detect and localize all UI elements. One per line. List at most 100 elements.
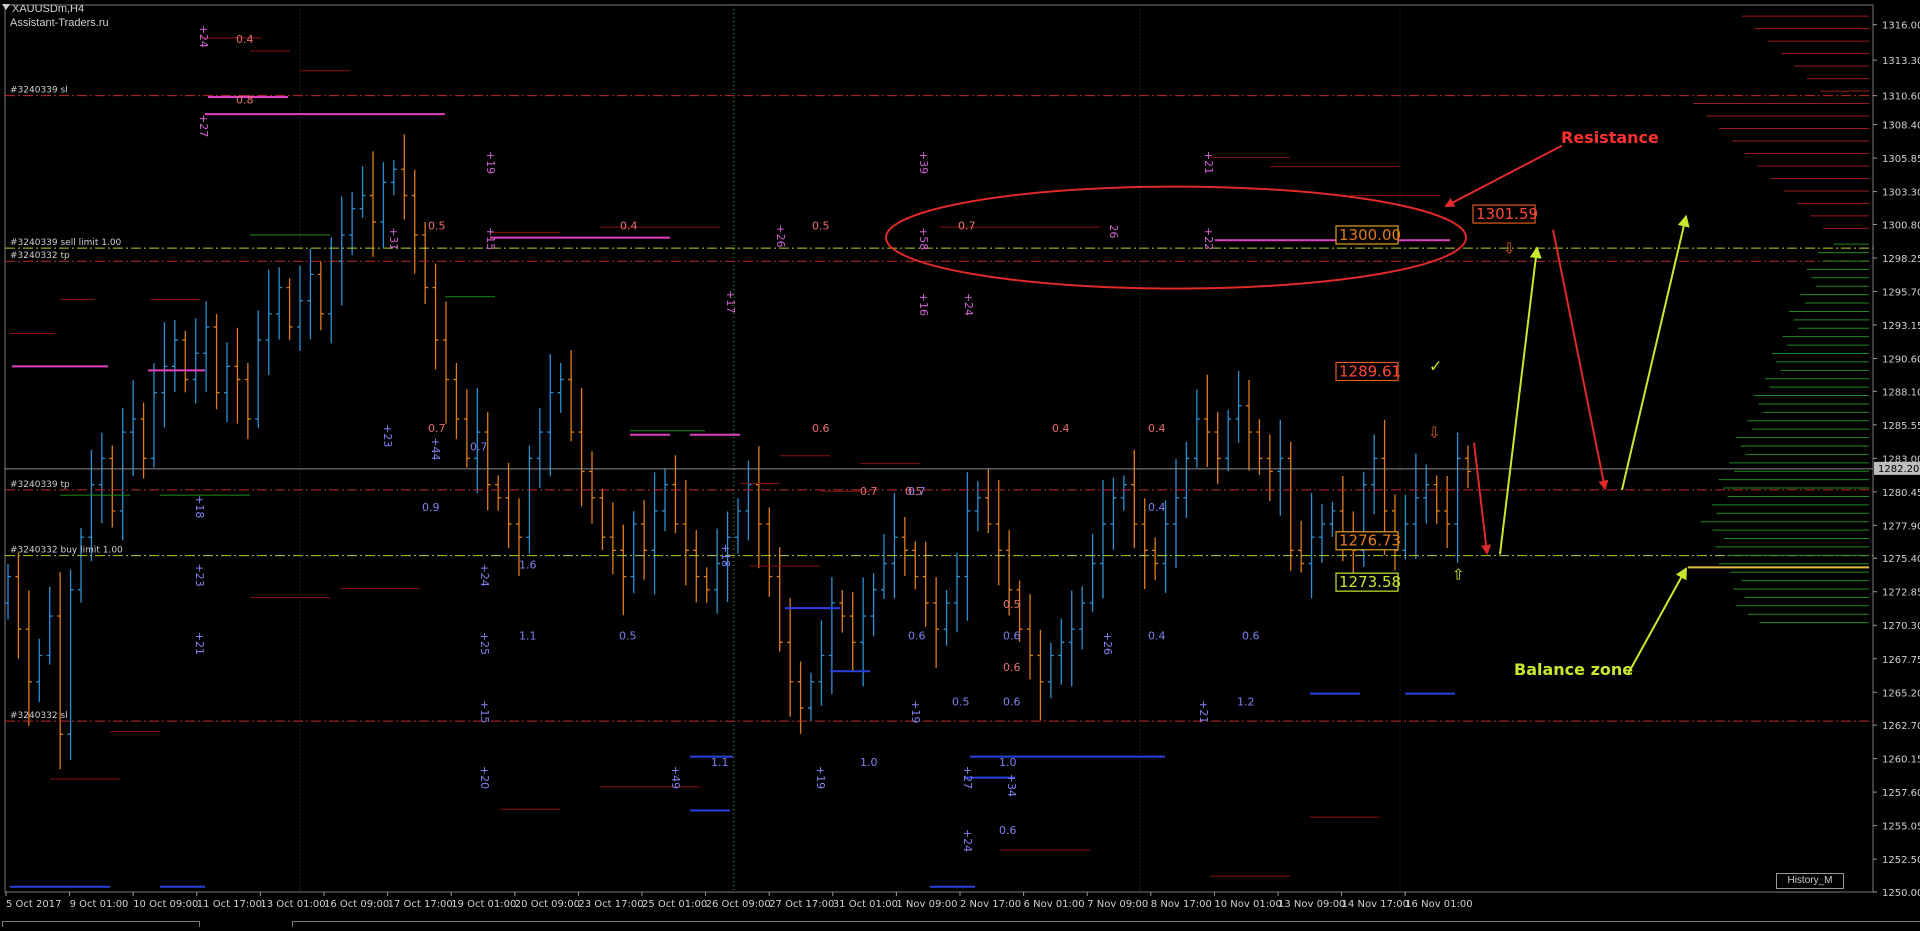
marker-label-pink: 0.8	[236, 94, 254, 107]
marker-label-blue: +44	[429, 437, 442, 460]
marker-label-pink: +58	[917, 227, 930, 250]
y-tick-label: 1265.20	[1882, 688, 1920, 699]
marker-label-blue: +27	[961, 766, 974, 789]
y-tick-label: 1285.55	[1882, 421, 1920, 432]
y-tick-label: 1295.70	[1882, 287, 1920, 298]
y-tick-label: 1310.60	[1882, 92, 1920, 103]
signal-arrow-up-icon: ⇧	[1452, 565, 1465, 583]
x-tick-label: 23 Oct 17:00	[578, 899, 643, 910]
x-tick-label: 16 Oct 09:00	[324, 899, 389, 910]
history-button[interactable]: History_M	[1776, 873, 1844, 889]
y-tick-label: 1300.80	[1882, 220, 1920, 231]
arrow-path-up-1	[1499, 246, 1542, 555]
order-line-label: #3240339 sl	[10, 86, 68, 96]
marker-label-blue: +18	[719, 544, 732, 567]
marker-label-blue: 0.6	[999, 824, 1017, 837]
marker-label-blue: +23	[381, 424, 394, 447]
marker-label-pink: +39	[917, 151, 930, 174]
y-tick-label: 1267.75	[1882, 655, 1920, 666]
y-tick-label: 1250.00	[1882, 888, 1920, 899]
marker-label-blue: 1.2	[1237, 695, 1255, 708]
x-tick-label: 10 Nov 01:00	[1214, 899, 1281, 910]
marker-label-blue: +18	[193, 495, 206, 518]
marker-label-pink: 0.7	[860, 485, 878, 498]
marker-label-blue: 0.5	[952, 695, 970, 708]
marker-label-blue: 0.6	[1003, 630, 1021, 643]
y-tick-label: 1308.40	[1882, 121, 1920, 132]
marker-label-pink: 0.5	[1003, 598, 1021, 611]
marker-label-pink: 0.7	[428, 422, 446, 435]
marker-label-pink: +26	[774, 224, 787, 247]
x-tick-label: 8 Nov 17:00	[1151, 899, 1212, 910]
x-tick-label: 20 Oct 09:00	[515, 899, 580, 910]
y-tick-label: 1255.05	[1882, 822, 1920, 833]
marker-label-blue: +21	[193, 632, 206, 655]
price-chart: 1316.00 1313.30 1310.60 1308.40 1305.85 1303.…	[4, 4, 1920, 910]
x-tick-label: 14 Nov 17:00	[1342, 899, 1409, 910]
marker-label-pink: +24	[197, 25, 210, 48]
marker-label-pink: 0.5	[812, 220, 830, 233]
x-tick-label: 26 Oct 09:00	[706, 899, 771, 910]
marker-label-pink: +21	[1202, 151, 1215, 174]
x-tick-label: 10 Oct 09:00	[133, 899, 198, 910]
marker-label-blue: +15	[478, 700, 491, 723]
marker-label-blue: +21	[1197, 700, 1210, 723]
arrow-path-up-2	[1621, 214, 1690, 491]
marker-label-pink: +17	[724, 290, 737, 313]
chart-window: 1316.00 1313.30 1310.60 1308.40 1305.85 1303.…	[0, 0, 1920, 927]
y-tick-label: 1272.85	[1882, 588, 1920, 599]
x-tick-label: 7 Nov 09:00	[1087, 899, 1148, 910]
y-tick-label: 1303.30	[1882, 188, 1920, 199]
marker-label-pink: +22	[1202, 227, 1215, 250]
marker-label-blue: 0.7	[470, 440, 488, 453]
marker-label-blue: 1.6	[519, 559, 537, 572]
x-tick-label: 19 Oct 01:00	[451, 899, 516, 910]
x-tick-label: 2 Nov 17:00	[960, 899, 1021, 910]
marker-label-pink: 0.7	[958, 220, 976, 233]
marker-label-blue: 1.1	[711, 756, 729, 769]
annotation-balance-zone: Balance zone	[1514, 660, 1633, 679]
signal-arrow-down-icon: ⇩	[1503, 239, 1516, 257]
arrow-path-down-2	[1552, 229, 1609, 491]
marker-label-blue: +26	[1101, 632, 1114, 655]
marker-label-blue: 0.5	[619, 630, 637, 643]
x-tick-label: 13 Oct 01:00	[260, 899, 325, 910]
y-tick-label: 1262.70	[1882, 721, 1920, 732]
bottom-tab-right[interactable]	[292, 921, 1920, 927]
marker-label-blue: +20	[478, 766, 491, 789]
y-tick-label: 1305.85	[1882, 154, 1920, 165]
marker-label-blue: 0.6	[1003, 695, 1021, 708]
order-line-label: #3240332 tp	[10, 251, 70, 261]
marker-label-blue: 1.0	[860, 756, 878, 769]
chart-title: XAUUSDm,H4	[12, 3, 85, 15]
marker-label-blue: 0.6	[908, 630, 926, 643]
order-line-label: #3240332 sl	[10, 711, 68, 721]
price-box-label: 1273.58	[1339, 573, 1401, 591]
y-tick-label: 1280.45	[1882, 488, 1920, 499]
marker-label-blue: +25	[478, 632, 491, 655]
price-box-label: 1276.73	[1339, 532, 1401, 550]
x-tick-label: 17 Oct 17:00	[388, 899, 453, 910]
bottom-tab-left[interactable]	[2, 921, 200, 927]
marker-label-pink: +24	[962, 293, 975, 316]
marker-label-pink: 0.5	[428, 220, 446, 233]
chart-subtitle: Assistant-Traders.ru	[10, 17, 109, 29]
arrow-balance-zone	[1627, 566, 1687, 675]
marker-label-blue: 1.1	[519, 630, 537, 643]
x-tick-label: 27 Oct 17:00	[769, 899, 834, 910]
y-tick-label: 1260.15	[1882, 755, 1920, 766]
order-line-label: #3240332 buy limit 1.00	[10, 546, 123, 556]
marker-label-blue: 0.7	[908, 485, 926, 498]
arrow-resistance	[1444, 144, 1563, 207]
annotation-resistance: Resistance	[1561, 128, 1659, 147]
marker-label-blue: 0.6	[1242, 630, 1260, 643]
x-tick-label: 5 Oct 2017	[6, 899, 61, 910]
marker-label-blue: 0.4	[1148, 630, 1166, 643]
x-tick-label: 11 Oct 17:00	[197, 899, 262, 910]
arrow-path-down-1	[1473, 442, 1492, 555]
x-tick-label: 9 Oct 01:00	[70, 899, 129, 910]
window-menu-icon[interactable]	[2, 4, 10, 10]
marker-label-pink: 0.6	[812, 422, 830, 435]
x-tick-label: 6 Nov 01:00	[1024, 899, 1085, 910]
y-tick-label: 1257.60	[1882, 788, 1920, 799]
